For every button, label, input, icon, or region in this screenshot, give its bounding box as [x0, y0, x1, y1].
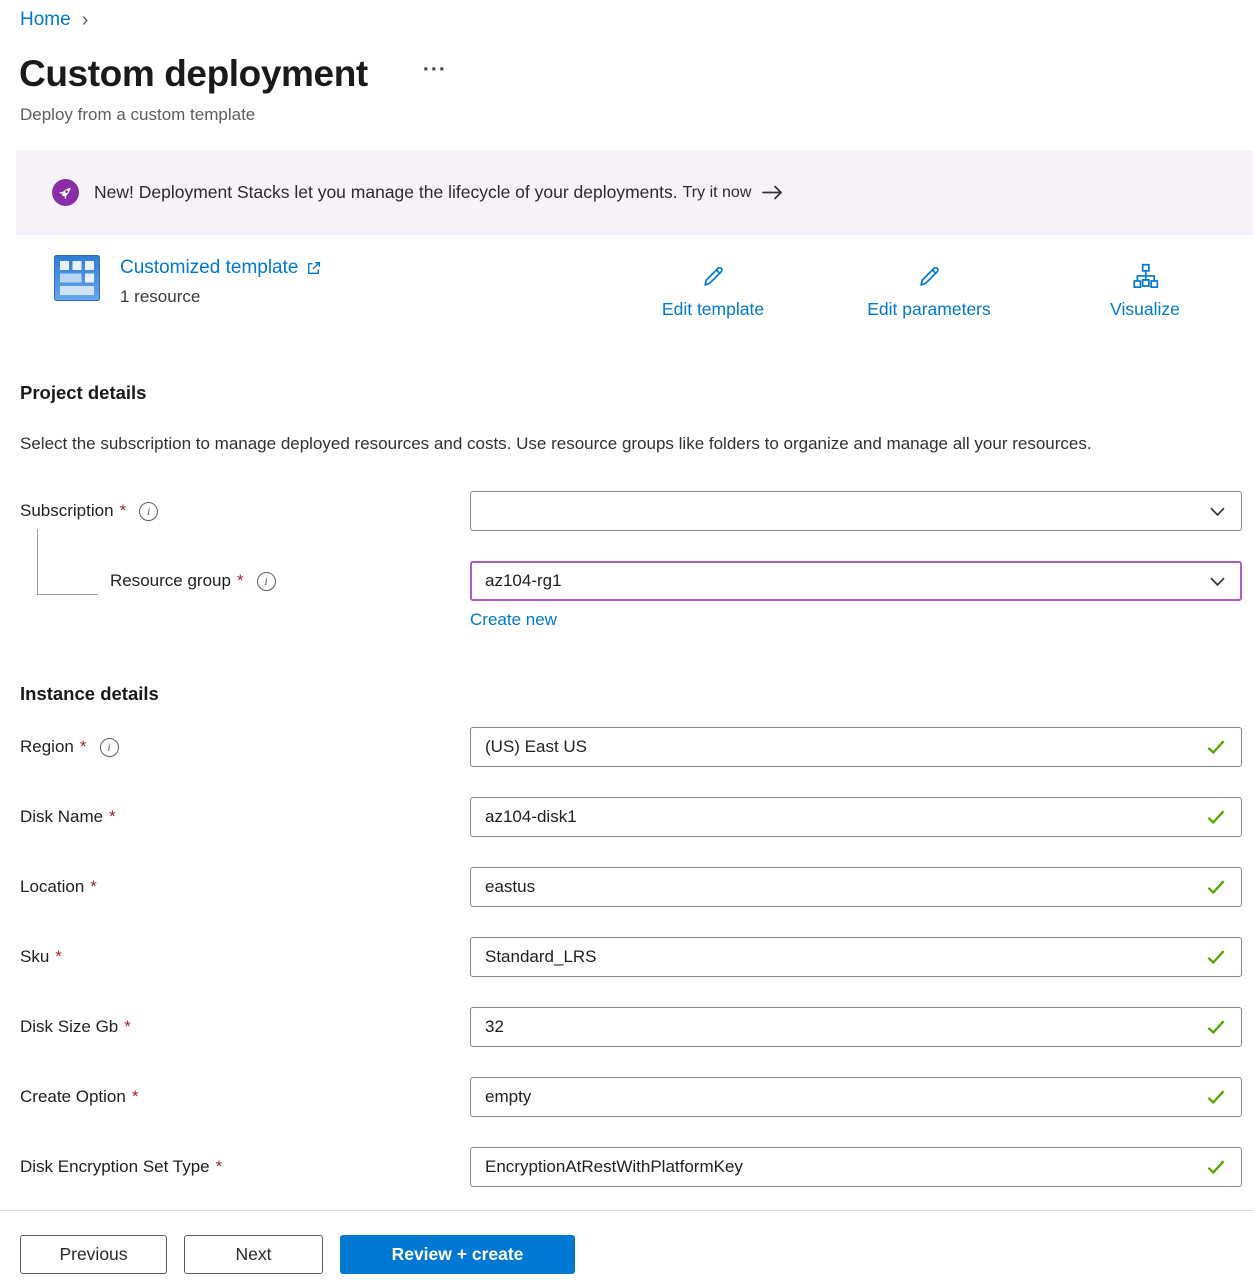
disk-name-value: az104-disk1 [485, 807, 577, 827]
required-asterisk: * [55, 947, 62, 967]
required-asterisk: * [120, 501, 127, 521]
page-subtitle: Deploy from a custom template [0, 104, 1253, 125]
edit-template-label: Edit template [662, 299, 764, 320]
check-icon [1205, 946, 1227, 968]
page-content: Home › Custom deployment ··· Deploy from… [0, 0, 1253, 1210]
disk-size-input[interactable]: 32 [470, 1007, 1242, 1047]
template-resource-count: 1 resource [120, 286, 322, 307]
rocket-icon [52, 179, 79, 206]
banner-message: New! Deployment Stacks let you manage th… [94, 182, 678, 203]
sku-field-row: Sku * Standard_LRS [0, 937, 1253, 977]
previous-button[interactable]: Previous [20, 1235, 167, 1274]
review-create-button[interactable]: Review + create [340, 1235, 575, 1274]
instance-details-heading: Instance details [0, 682, 1253, 705]
breadcrumb: Home › [0, 0, 1253, 31]
sku-value: Standard_LRS [485, 947, 597, 967]
region-field-row: Region * i (US) East US [0, 727, 1253, 767]
more-options-button[interactable]: ··· [423, 58, 447, 82]
location-field-row: Location * eastus [0, 867, 1253, 907]
disk-name-label: Disk Name [20, 807, 103, 827]
next-button[interactable]: Next [184, 1235, 323, 1274]
disk-size-label: Disk Size Gb [20, 1017, 118, 1037]
banner-try-it-now-link[interactable]: Try it now [683, 184, 785, 202]
edit-template-button[interactable]: Edit template [605, 255, 821, 320]
check-icon [1205, 1086, 1227, 1108]
visualize-icon [1132, 263, 1159, 290]
wizard-footer: Previous Next Review + create [0, 1210, 1253, 1280]
location-value: eastus [485, 877, 535, 897]
create-option-input[interactable]: empty [470, 1077, 1242, 1117]
pencil-icon [700, 263, 727, 290]
region-label: Region [20, 737, 74, 757]
disk-encryption-set-type-value: EncryptionAtRestWithPlatformKey [485, 1157, 743, 1177]
subscription-label: Subscription [20, 501, 114, 521]
arrow-right-icon [761, 184, 784, 201]
chevron-down-icon [1208, 572, 1227, 591]
create-option-field-row: Create Option * empty [0, 1077, 1253, 1117]
template-link-label: Customized template [120, 256, 298, 280]
check-icon [1205, 876, 1227, 898]
resource-group-field-row: Resource group * i az104-rg1 [0, 561, 1253, 601]
disk-encryption-set-type-input[interactable]: EncryptionAtRestWithPlatformKey [470, 1147, 1242, 1187]
edit-parameters-button[interactable]: Edit parameters [821, 255, 1037, 320]
disk-name-input[interactable]: az104-disk1 [470, 797, 1242, 837]
pencil-icon [916, 263, 943, 290]
sku-input[interactable]: Standard_LRS [470, 937, 1242, 977]
required-asterisk: * [132, 1087, 139, 1107]
required-asterisk: * [237, 571, 244, 591]
edit-parameters-label: Edit parameters [867, 299, 991, 320]
disk-encryption-set-type-label: Disk Encryption Set Type [20, 1157, 210, 1177]
page-title: Custom deployment [19, 52, 368, 96]
region-input[interactable]: (US) East US [470, 727, 1242, 767]
disk-name-field-row: Disk Name * az104-disk1 [0, 797, 1253, 837]
disk-size-value: 32 [485, 1017, 504, 1037]
required-asterisk: * [109, 807, 116, 827]
banner-cta-label: Try it now [683, 184, 752, 202]
location-label: Location [20, 877, 84, 897]
deployment-stacks-banner: New! Deployment Stacks let you manage th… [16, 150, 1253, 235]
subscription-field-row: Subscription * i [0, 491, 1253, 531]
sku-label: Sku [20, 947, 49, 967]
project-details-heading: Project details [0, 381, 1253, 404]
resource-group-select[interactable]: az104-rg1 [470, 561, 1242, 601]
customized-template-link[interactable]: Customized template [120, 256, 322, 280]
subscription-select[interactable] [470, 491, 1242, 531]
resource-group-label: Resource group [110, 571, 231, 591]
check-icon [1205, 736, 1227, 758]
info-icon[interactable]: i [139, 502, 158, 521]
resource-group-value: az104-rg1 [485, 571, 562, 591]
disk-encryption-set-type-field-row: Disk Encryption Set Type * EncryptionAtR… [0, 1147, 1253, 1187]
info-icon[interactable]: i [100, 738, 119, 757]
check-icon [1205, 1016, 1227, 1038]
visualize-label: Visualize [1110, 299, 1180, 320]
external-link-icon [305, 260, 322, 277]
create-new-link[interactable]: Create new [470, 610, 557, 630]
region-value: (US) East US [485, 737, 587, 757]
tree-connector [37, 529, 98, 595]
check-icon [1205, 1156, 1227, 1178]
disk-size-field-row: Disk Size Gb * 32 [0, 1007, 1253, 1047]
location-input[interactable]: eastus [470, 867, 1242, 907]
project-details-description: Select the subscription to manage deploy… [0, 428, 1185, 459]
info-icon[interactable]: i [257, 572, 276, 591]
required-asterisk: * [80, 737, 87, 757]
check-icon [1205, 806, 1227, 828]
template-icon [54, 255, 100, 301]
required-asterisk: * [216, 1157, 223, 1177]
visualize-button[interactable]: Visualize [1037, 255, 1253, 320]
breadcrumb-home[interactable]: Home [20, 9, 71, 31]
required-asterisk: * [124, 1017, 131, 1037]
breadcrumb-separator: › [82, 10, 89, 30]
chevron-down-icon [1208, 502, 1227, 521]
create-option-value: empty [485, 1087, 531, 1107]
create-option-label: Create Option [20, 1087, 126, 1107]
required-asterisk: * [90, 877, 97, 897]
